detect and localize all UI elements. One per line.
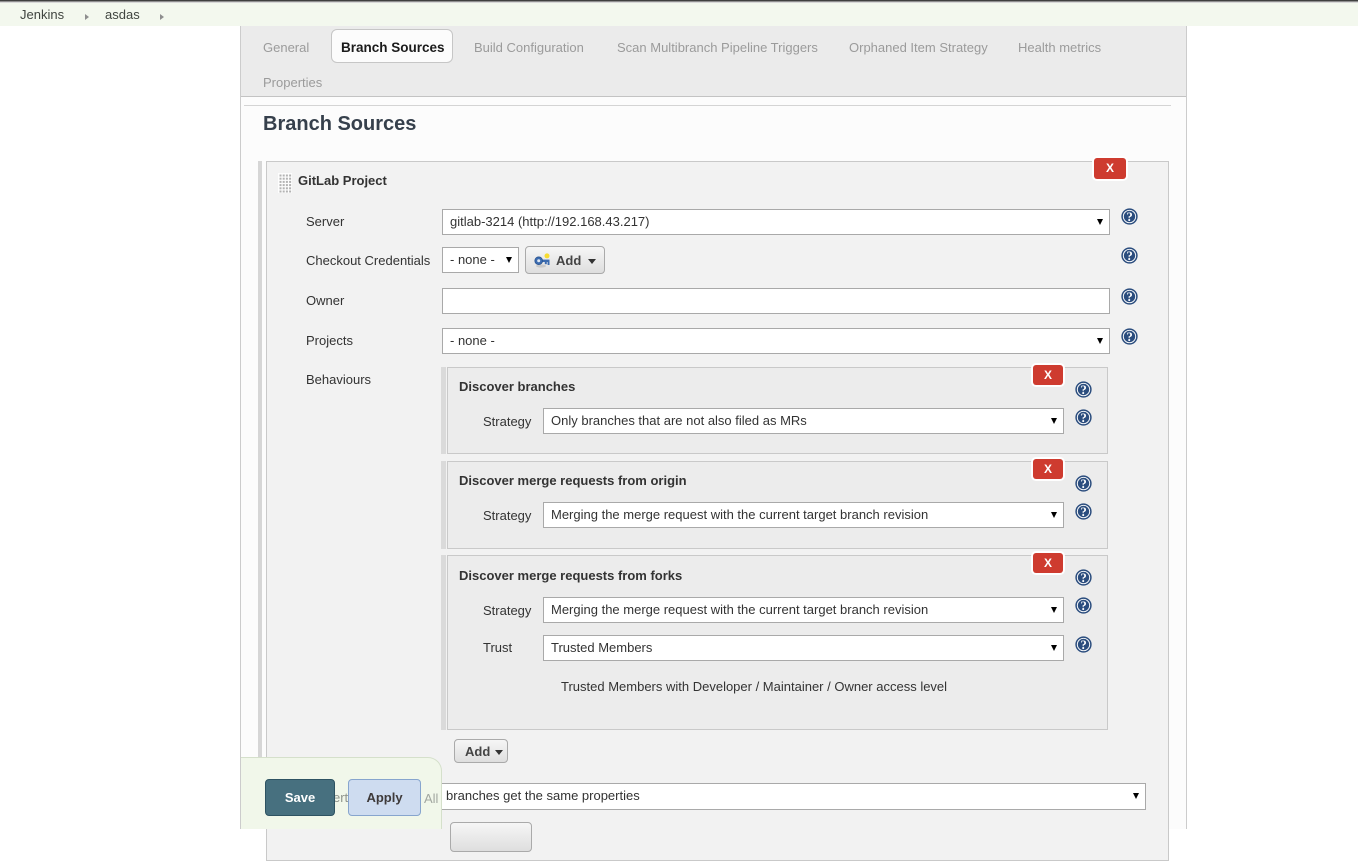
svg-text:?: ? — [1080, 477, 1086, 491]
svg-text:?: ? — [1126, 290, 1132, 304]
svg-text:?: ? — [1080, 571, 1086, 585]
svg-text:?: ? — [1080, 505, 1086, 519]
svg-text:?: ? — [1080, 383, 1086, 397]
svg-text:?: ? — [1126, 330, 1132, 344]
svg-text:?: ? — [1126, 210, 1132, 224]
svg-text:?: ? — [1126, 249, 1132, 263]
svg-text:?: ? — [1080, 411, 1086, 425]
svg-text:?: ? — [1080, 638, 1086, 652]
svg-text:?: ? — [1080, 599, 1086, 613]
